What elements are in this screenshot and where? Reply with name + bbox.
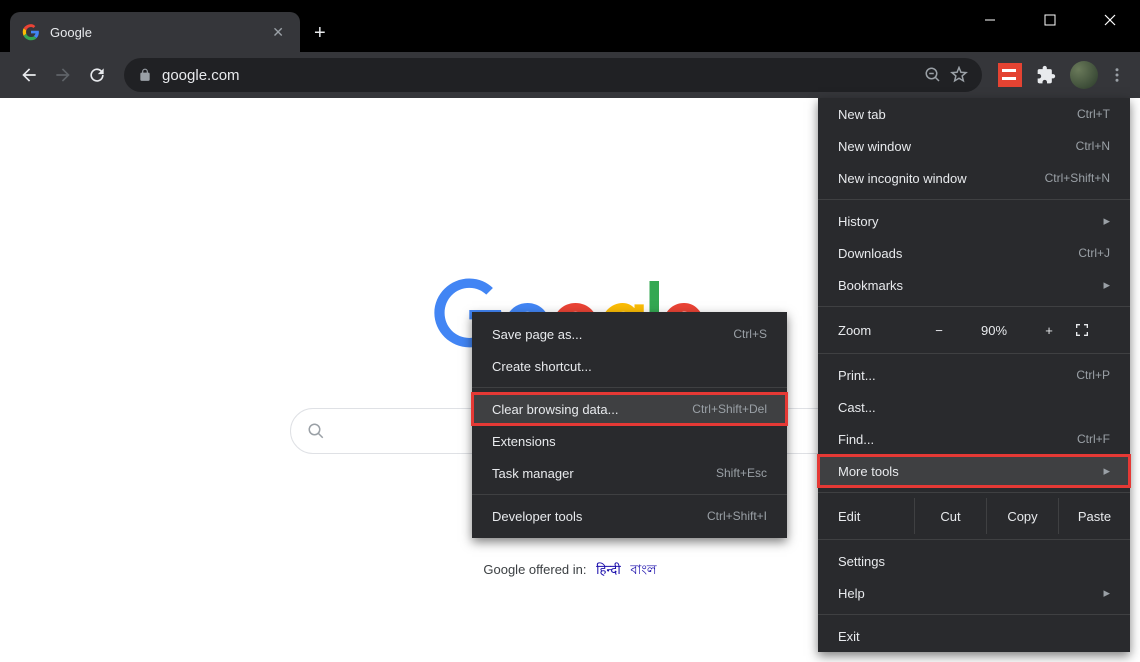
chrome-menu-button[interactable]	[1108, 66, 1126, 84]
submenu-clear-browsing-data[interactable]: Clear browsing data...Ctrl+Shift+Del	[472, 393, 787, 425]
copy-button[interactable]: Copy	[986, 498, 1058, 534]
edit-label: Edit	[818, 498, 914, 534]
browser-tab[interactable]: Google ✕	[10, 12, 300, 52]
submenu-developer-tools[interactable]: Developer toolsCtrl+Shift+I	[472, 500, 787, 532]
browser-toolbar: google.com	[0, 52, 1140, 98]
menu-settings[interactable]: Settings	[818, 545, 1130, 577]
maximize-button[interactable]	[1020, 0, 1080, 40]
menu-exit[interactable]: Exit	[818, 620, 1130, 652]
menu-incognito[interactable]: New incognito windowCtrl+Shift+N	[818, 162, 1130, 194]
todoist-extension-icon[interactable]	[998, 63, 1022, 87]
search-icon	[307, 422, 325, 440]
chevron-right-icon: ▸	[1103, 213, 1110, 229]
minimize-button[interactable]	[960, 0, 1020, 40]
menu-separator	[818, 306, 1130, 307]
close-window-button[interactable]	[1080, 0, 1140, 40]
zoom-percentage: 90%	[964, 323, 1024, 338]
submenu-create-shortcut[interactable]: Create shortcut...	[472, 350, 787, 382]
menu-edit-row: Edit Cut Copy Paste	[818, 498, 1130, 534]
zoom-icon[interactable]	[924, 66, 942, 84]
chevron-right-icon: ▸	[1103, 277, 1110, 293]
lock-icon	[138, 68, 152, 82]
new-tab-button[interactable]: +	[314, 22, 326, 52]
menu-history[interactable]: History▸	[818, 205, 1130, 237]
menu-new-window[interactable]: New windowCtrl+N	[818, 130, 1130, 162]
zoom-out-button[interactable]: −	[914, 323, 964, 338]
menu-separator	[472, 494, 787, 495]
paste-button[interactable]: Paste	[1058, 498, 1130, 534]
menu-new-tab[interactable]: New tabCtrl+T	[818, 98, 1130, 130]
menu-help[interactable]: Help▸	[818, 577, 1130, 609]
titlebar: Google ✕ +	[0, 0, 1140, 52]
url-bar[interactable]: google.com	[124, 58, 982, 92]
extensions-icon[interactable]	[1034, 63, 1058, 87]
menu-more-tools[interactable]: More tools▸	[818, 455, 1130, 487]
reload-button[interactable]	[80, 58, 114, 92]
offered-in: Google offered in: हिन्दी বাংল	[483, 560, 656, 582]
menu-separator	[818, 492, 1130, 493]
lang-bengali[interactable]: বাংল	[630, 562, 656, 577]
chevron-right-icon: ▸	[1103, 585, 1110, 601]
menu-separator	[818, 539, 1130, 540]
chrome-main-menu: New tabCtrl+T New windowCtrl+N New incog…	[818, 98, 1130, 652]
submenu-save-page[interactable]: Save page as...Ctrl+S	[472, 318, 787, 350]
submenu-task-manager[interactable]: Task managerShift+Esc	[472, 457, 787, 489]
menu-separator	[818, 199, 1130, 200]
tab-close-button[interactable]: ✕	[268, 24, 288, 41]
menu-separator	[818, 353, 1130, 354]
forward-button[interactable]	[46, 58, 80, 92]
chevron-right-icon: ▸	[1103, 463, 1110, 479]
zoom-in-button[interactable]: +	[1024, 323, 1074, 338]
submenu-extensions[interactable]: Extensions	[472, 425, 787, 457]
menu-find[interactable]: Find...Ctrl+F	[818, 423, 1130, 455]
menu-zoom-row: Zoom − 90% +	[818, 312, 1130, 348]
menu-bookmarks[interactable]: Bookmarks▸	[818, 269, 1130, 301]
bookmark-star-icon[interactable]	[950, 66, 968, 84]
lang-hindi[interactable]: हिन्दी	[596, 562, 621, 577]
tab-title: Google	[50, 25, 268, 40]
menu-cast[interactable]: Cast...	[818, 391, 1130, 423]
url-text: google.com	[162, 67, 924, 84]
menu-separator	[818, 614, 1130, 615]
menu-downloads[interactable]: DownloadsCtrl+J	[818, 237, 1130, 269]
fullscreen-button[interactable]	[1074, 322, 1130, 338]
profile-avatar[interactable]	[1070, 61, 1098, 89]
window-controls	[960, 0, 1140, 40]
back-button[interactable]	[12, 58, 46, 92]
more-tools-submenu: Save page as...Ctrl+S Create shortcut...…	[472, 312, 787, 538]
google-favicon	[22, 23, 40, 41]
menu-separator	[472, 387, 787, 388]
cut-button[interactable]: Cut	[914, 498, 986, 534]
offered-prefix: Google offered in:	[483, 562, 586, 577]
menu-print[interactable]: Print...Ctrl+P	[818, 359, 1130, 391]
zoom-label: Zoom	[818, 323, 914, 338]
